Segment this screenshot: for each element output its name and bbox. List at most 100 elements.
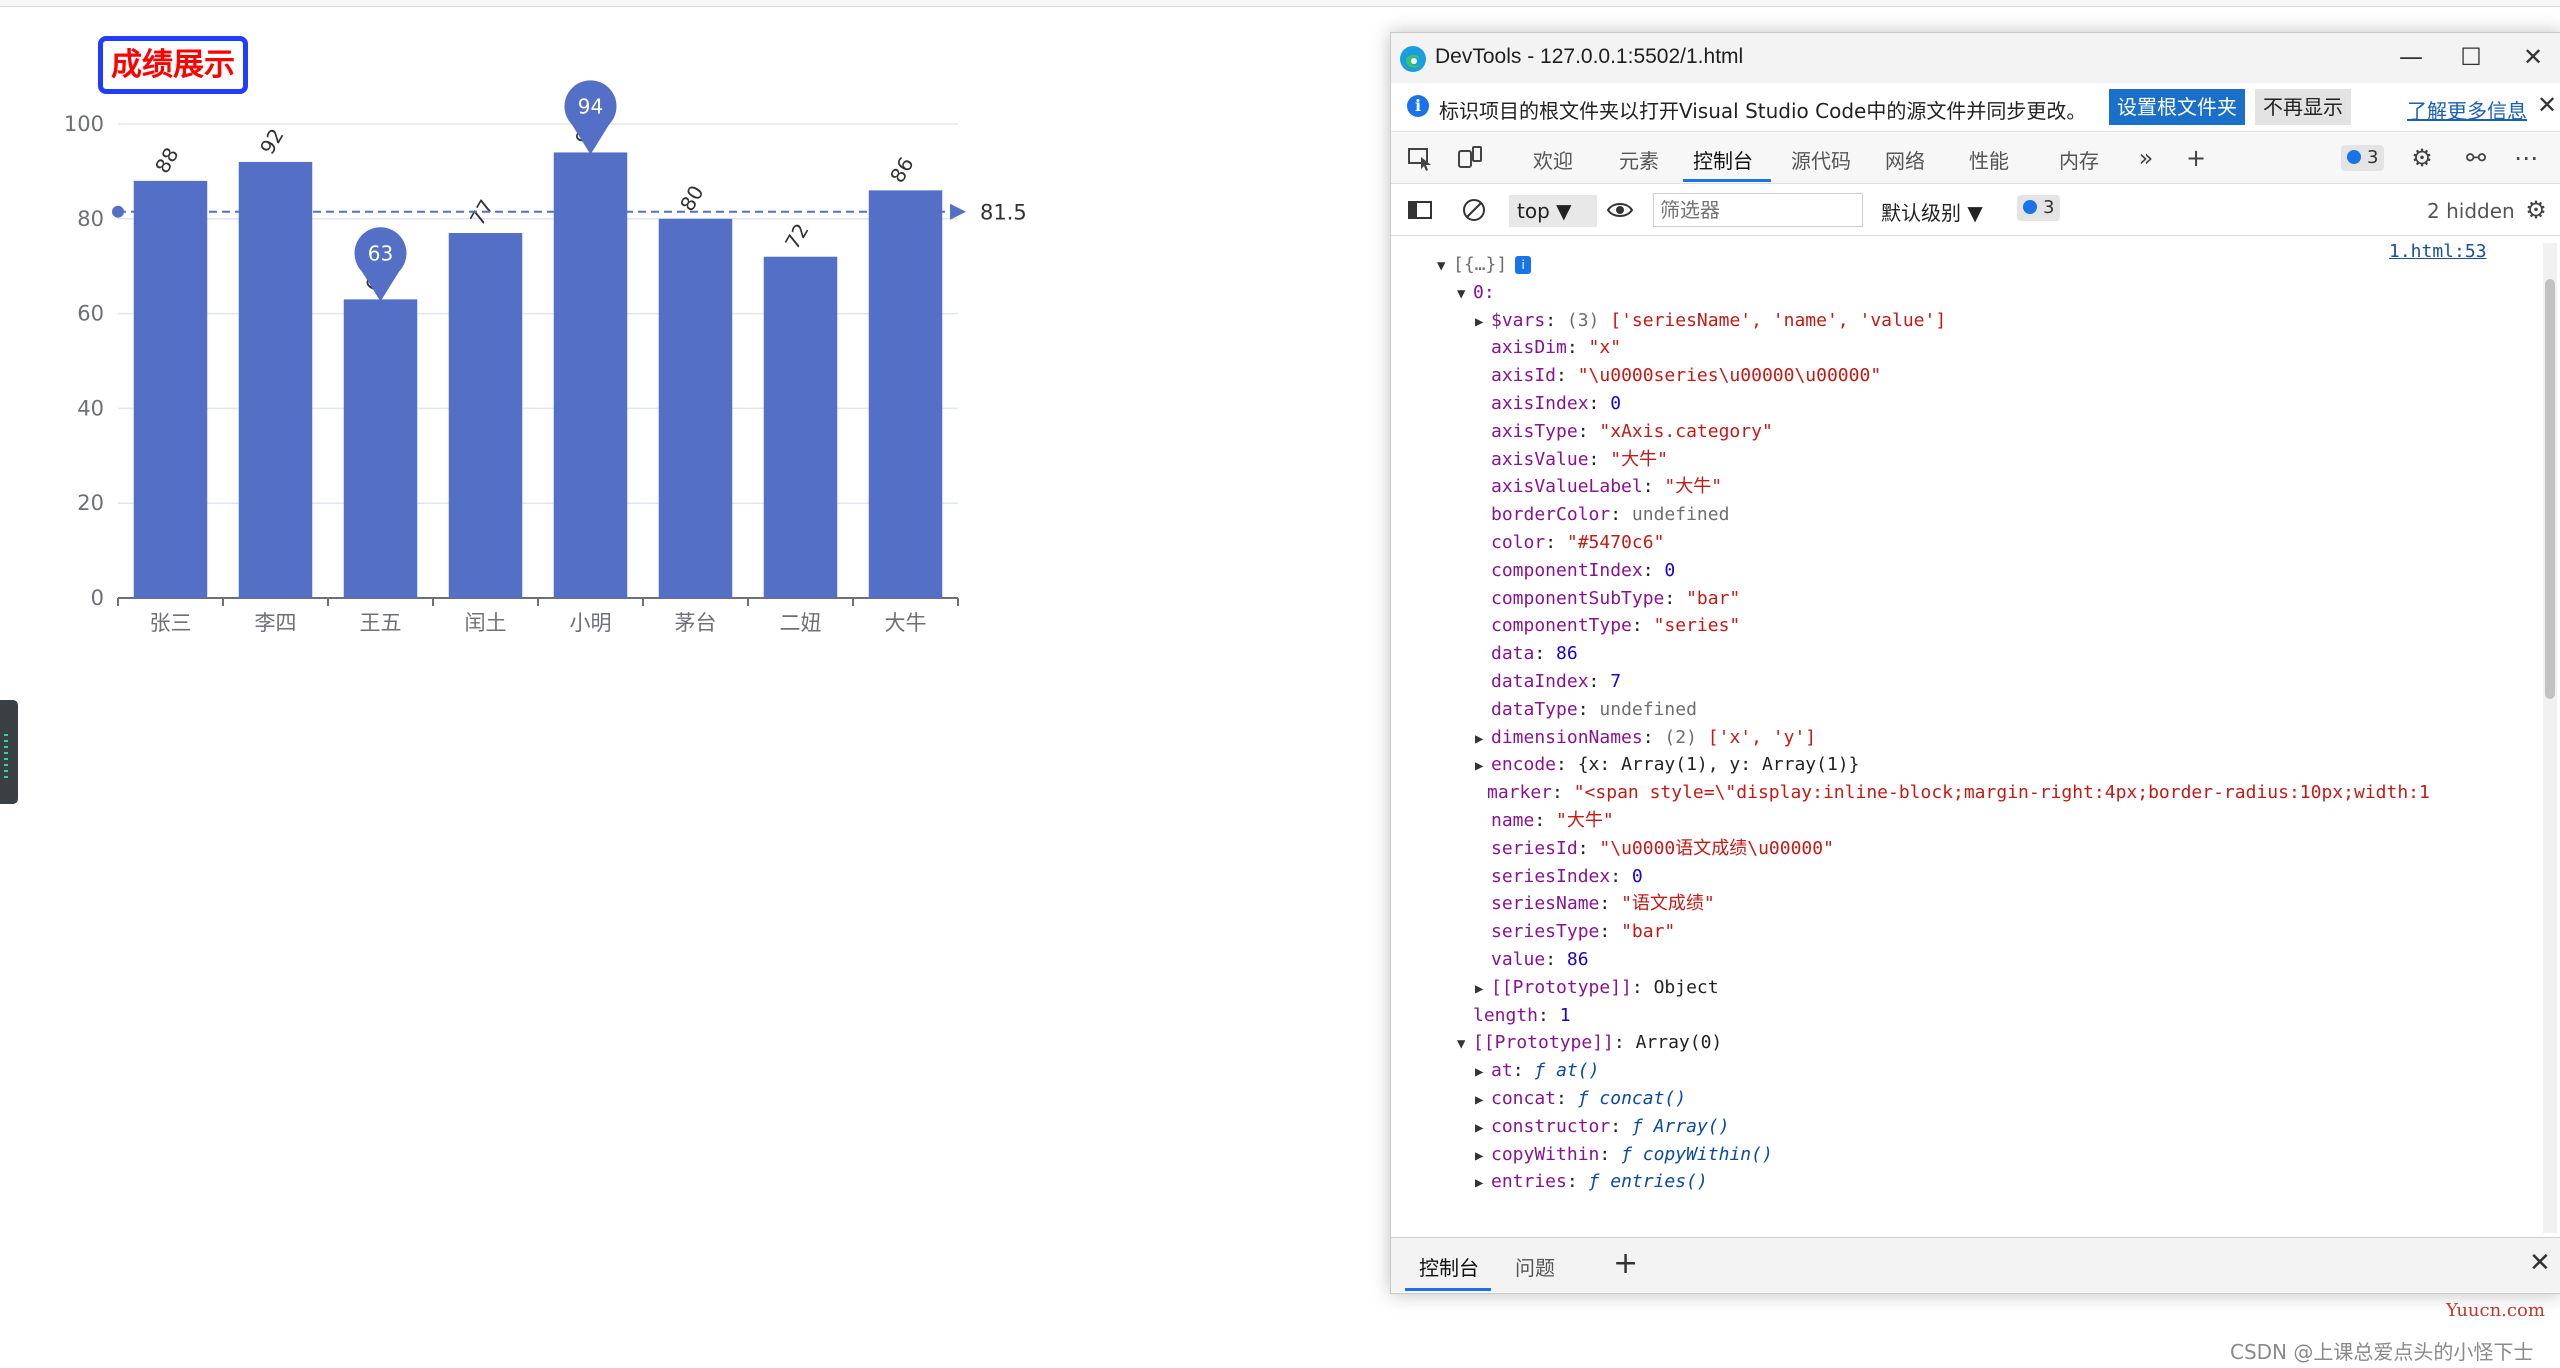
console-object-index[interactable]: ▼ 0: [1457, 279, 1495, 307]
sidebar-toggle-icon[interactable] [1405, 195, 1435, 225]
context-select[interactable]: top ▼ [1509, 195, 1597, 227]
learn-more-link[interactable]: 了解更多信息 [2407, 95, 2527, 124]
mark-line-start-dot [112, 205, 124, 218]
csdn-watermark: CSDN @上课总爱点头的小怪下士 [2230, 1340, 2534, 1364]
console-property[interactable]: componentType: "series" [1475, 612, 1740, 640]
window-title: DevTools - 127.0.0.1:5502/1.html [1435, 45, 1744, 68]
drawer-active-indicator [1405, 1288, 1491, 1291]
console-property[interactable]: length: 1 [1457, 1002, 1571, 1030]
console-property[interactable]: ▼ [[Prototype]]: Array(0) [1457, 1029, 1722, 1057]
drawer-tab-console[interactable]: 控制台 [1419, 1252, 1479, 1281]
console-property[interactable]: seriesType: "bar" [1475, 918, 1675, 946]
tab-network[interactable]: 网络 [1885, 145, 1925, 174]
console-property[interactable]: componentIndex: 0 [1475, 557, 1675, 585]
minimize-button[interactable]: — [2391, 39, 2431, 75]
customize-icon[interactable]: ⚯ [2461, 143, 2491, 173]
console-method[interactable]: ▶ at: ƒ at() [1475, 1057, 1599, 1085]
filter-input[interactable] [1653, 193, 1863, 227]
more-tabs-icon[interactable]: » [2131, 143, 2161, 173]
device-emulation-icon[interactable] [1455, 143, 1485, 173]
y-tick-label: 80 [77, 207, 104, 231]
console-property[interactable]: name: "大牛" [1475, 807, 1614, 835]
bar-value-label: 88 [150, 143, 184, 177]
add-tab-icon[interactable]: + [2181, 143, 2211, 173]
console-scrollbar[interactable] [2543, 243, 2557, 1233]
maximize-icon: ☐ [2460, 43, 2482, 71]
console-method[interactable]: ▶ concat: ƒ concat() [1475, 1085, 1686, 1113]
drawer-bar: 控制台 问题 + ✕ [1391, 1237, 2560, 1292]
more-options-icon[interactable]: ⋯ [2511, 143, 2541, 173]
x-tick-label: 闰土 [465, 611, 507, 635]
console-property[interactable]: value: 86 [1475, 946, 1589, 974]
close-icon: ✕ [2522, 43, 2544, 71]
active-tab-indicator [1683, 179, 1771, 182]
console-property[interactable]: dataIndex: 7 [1475, 668, 1621, 696]
source-link[interactable]: 1.html:53 [2389, 241, 2487, 262]
dont-show-again-button[interactable]: 不再显示 [2255, 89, 2351, 125]
console-property[interactable]: ▶ [[Prototype]]: Object [1475, 974, 1719, 1002]
console-issues-badge[interactable]: 3 [2017, 195, 2061, 221]
collapsed-triangle-icon: ▶ [1475, 980, 1484, 997]
tab-memory[interactable]: 内存 [2059, 145, 2099, 174]
drawer-add-icon[interactable]: + [1613, 1246, 1638, 1281]
tab-sources[interactable]: 源代码 [1791, 145, 1851, 174]
console-method[interactable]: ▶ copyWithin: ƒ copyWithin() [1475, 1141, 1773, 1169]
live-expression-eye-icon[interactable] [1605, 195, 1635, 225]
tab-elements[interactable]: 元素 [1619, 145, 1659, 174]
tab-welcome[interactable]: 欢迎 [1533, 145, 1573, 174]
y-tick-label: 60 [77, 302, 104, 326]
console-property[interactable]: seriesName: "语文成绩" [1475, 890, 1715, 918]
minimize-icon: — [2399, 43, 2423, 71]
x-tick-label: 二妞 [780, 611, 822, 635]
drawer-tab-issues[interactable]: 问题 [1515, 1252, 1555, 1281]
chevron-down-icon: ▼ [1967, 201, 1983, 225]
bar-value-label: 80 [675, 181, 709, 215]
console-property[interactable]: axisIndex: 0 [1475, 390, 1621, 418]
console-root-array[interactable]: ▼ [{…}] i [1437, 251, 1532, 279]
collapsed-triangle-icon: ▶ [1475, 758, 1484, 775]
tab-performance[interactable]: 性能 [1969, 145, 2009, 174]
maximize-button[interactable]: ☐ [2451, 39, 2491, 75]
console-property[interactable]: seriesId: "\u0000语文成绩\u00000" [1475, 835, 1834, 863]
console-method[interactable]: ▶ entries: ƒ entries() [1475, 1168, 1708, 1196]
x-tick-label: 大牛 [885, 611, 927, 635]
collapsed-triangle-icon: ▶ [1475, 313, 1484, 330]
console-property[interactable]: color: "#5470c6" [1475, 529, 1664, 557]
issues-badge[interactable]: 3 [2341, 145, 2385, 171]
console-property[interactable]: dataType: undefined [1475, 696, 1697, 724]
bar-value-label: 72 [780, 219, 814, 253]
console-property[interactable]: axisValueLabel: "大牛" [1475, 473, 1722, 501]
clear-console-icon[interactable] [1459, 195, 1489, 225]
console-property[interactable]: componentSubType: "bar" [1475, 585, 1740, 613]
side-handle[interactable] [0, 700, 18, 804]
console-property[interactable]: seriesIndex: 0 [1475, 863, 1643, 891]
chevron-down-icon: ▼ [1556, 199, 1572, 223]
console-method[interactable]: ▶ constructor: ƒ Array() [1475, 1113, 1729, 1141]
console-property[interactable]: data: 86 [1475, 640, 1578, 668]
info-bar-text: 标识项目的根文件夹以打开Visual Studio Code中的源文件并同步更改… [1439, 99, 2087, 123]
scrollbar-thumb[interactable] [2545, 279, 2555, 699]
console-property[interactable]: ▶ dimensionNames: (2) ['x', 'y'] [1475, 724, 1816, 752]
console-property[interactable]: marker: "<span style=\"display:inline-bl… [1471, 779, 2430, 807]
log-level-select[interactable]: 默认级别 ▼ [1881, 197, 1983, 226]
chart-title: 成绩展示 [98, 36, 248, 94]
console-settings-gear-icon[interactable]: ⚙ [2521, 195, 2551, 225]
title-bar: DevTools - 127.0.0.1:5502/1.html — ☐ ✕ [1391, 33, 2560, 83]
object-info-icon[interactable]: i [1515, 256, 1532, 274]
issues-icon [2023, 200, 2037, 214]
console-property[interactable]: borderColor: undefined [1475, 501, 1729, 529]
tab-console[interactable]: 控制台 [1693, 145, 1753, 174]
console-property[interactable]: ▶ $vars: (3) ['seriesName', 'name', 'valu… [1475, 307, 1946, 335]
console-property[interactable]: axisDim: "x" [1475, 334, 1621, 362]
console-property[interactable]: axisValue: "大牛" [1475, 446, 1668, 474]
console-property[interactable]: axisType: "xAxis.category" [1475, 418, 1773, 446]
set-root-folder-button[interactable]: 设置根文件夹 [2109, 89, 2245, 125]
console-property[interactable]: ▶ encode: {x: Array(1), y: Array(1)} [1475, 751, 1859, 779]
info-bar-close-icon[interactable]: ✕ [2537, 91, 2557, 119]
console-property[interactable]: axisId: "\u0000series\u00000\u00000" [1475, 362, 1881, 390]
drawer-close-icon[interactable]: ✕ [2529, 1248, 2551, 1278]
bar [868, 190, 943, 599]
inspect-element-icon[interactable] [1405, 143, 1435, 173]
settings-gear-icon[interactable]: ⚙ [2407, 143, 2437, 173]
close-window-button[interactable]: ✕ [2513, 39, 2553, 75]
